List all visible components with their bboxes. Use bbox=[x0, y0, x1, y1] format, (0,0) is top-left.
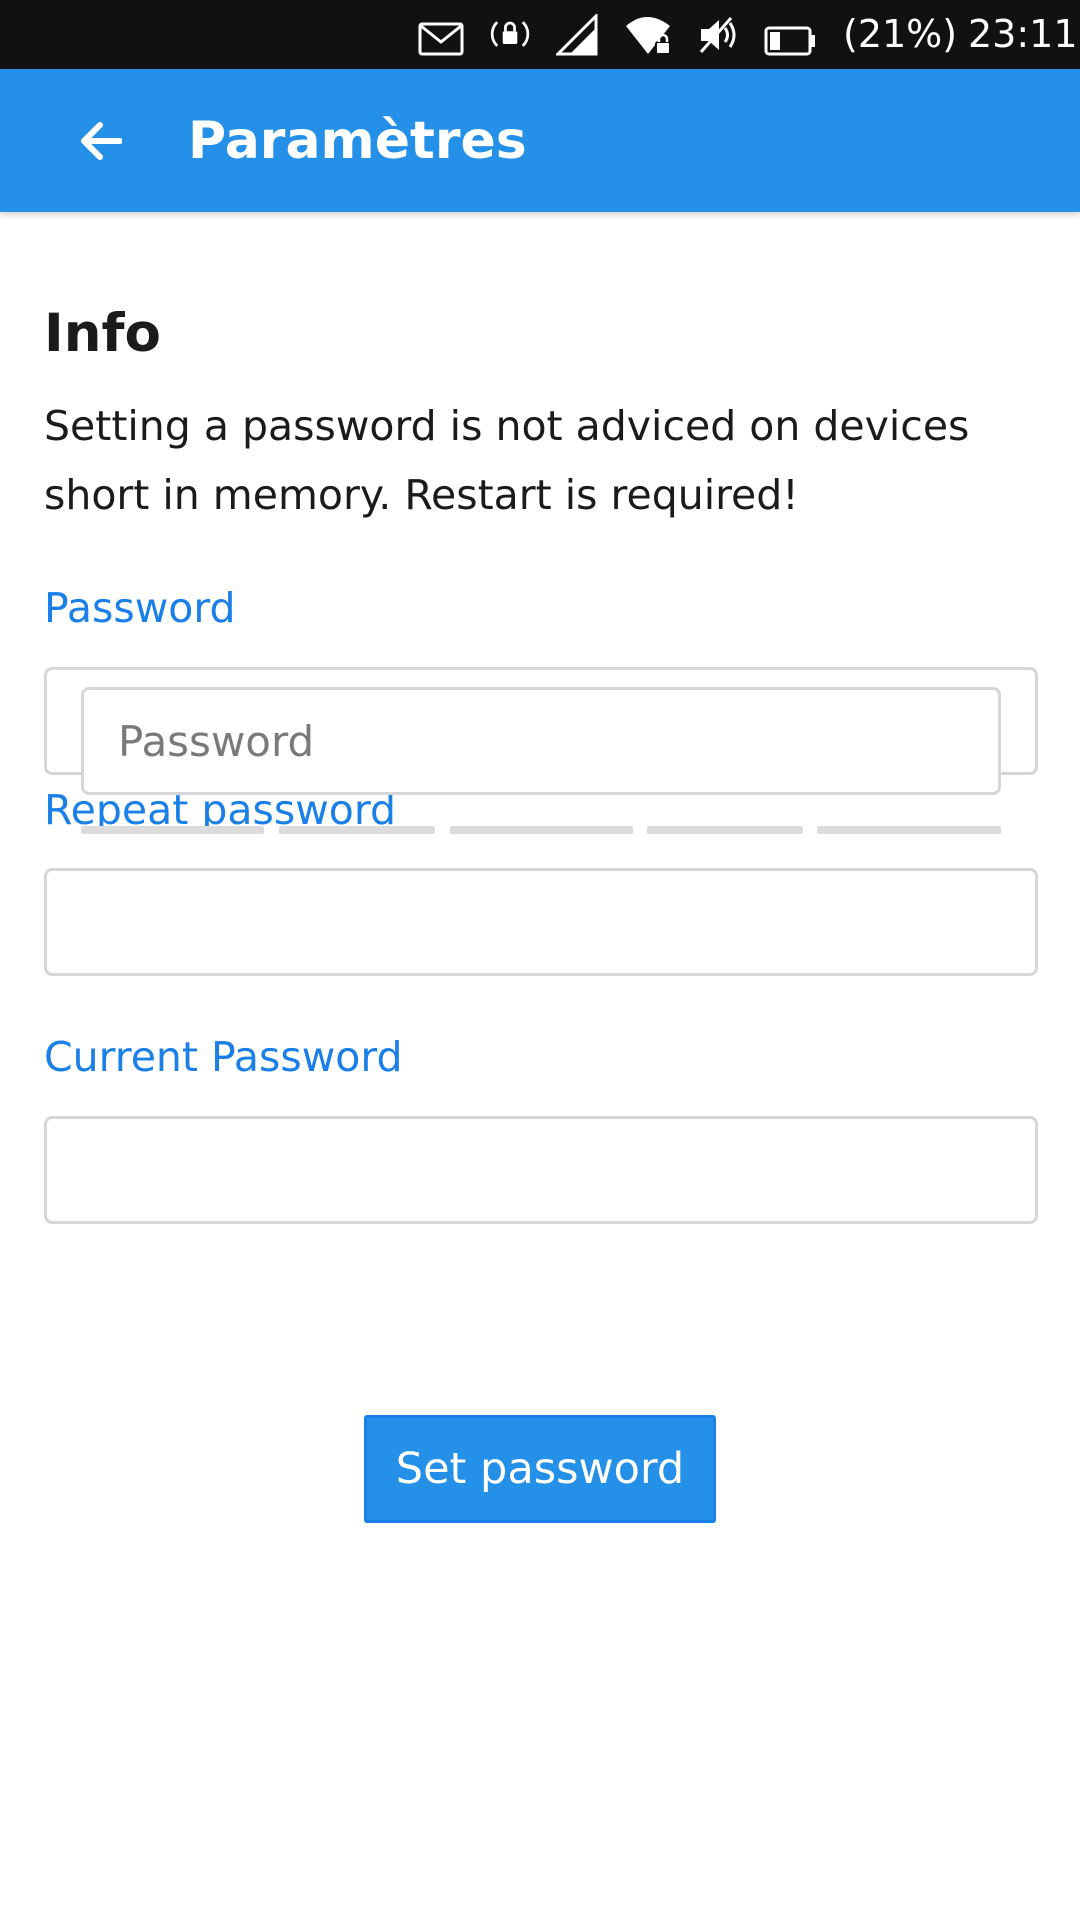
battery-percentage: (21%) bbox=[843, 12, 958, 56]
battery-icon bbox=[764, 26, 815, 56]
strength-meter-segment bbox=[279, 826, 435, 834]
info-text: Setting a password is not adviced on dev… bbox=[44, 402, 970, 519]
password-popup-input[interactable] bbox=[81, 687, 1001, 795]
screen-rotation-lock-icon bbox=[490, 21, 530, 47]
mute-icon bbox=[699, 17, 736, 53]
strength-meter-segment bbox=[647, 826, 803, 834]
current-password-input[interactable] bbox=[44, 1116, 1038, 1224]
mail-icon bbox=[418, 22, 464, 56]
info-heading: Info bbox=[44, 303, 161, 364]
cell-signal-icon bbox=[556, 14, 598, 56]
set-password-button[interactable]: Set password bbox=[364, 1415, 716, 1523]
strength-meter-segment bbox=[450, 826, 633, 834]
strength-meter-segment bbox=[81, 826, 264, 834]
status-time: 23:11 bbox=[968, 12, 1078, 56]
page-title: Paramètres bbox=[188, 111, 527, 171]
wifi-lock-icon bbox=[626, 17, 671, 55]
back-button[interactable] bbox=[62, 105, 140, 177]
strength-meter-segment bbox=[817, 826, 1001, 834]
arrow-left-icon bbox=[81, 122, 122, 160]
current-password-label: Current Password bbox=[44, 1033, 403, 1081]
repeat-password-input[interactable] bbox=[44, 868, 1038, 976]
app-header: Paramètres bbox=[0, 69, 1080, 212]
status-bar: (21%) 23:11 bbox=[0, 0, 1080, 69]
password-label: Password bbox=[44, 584, 236, 632]
